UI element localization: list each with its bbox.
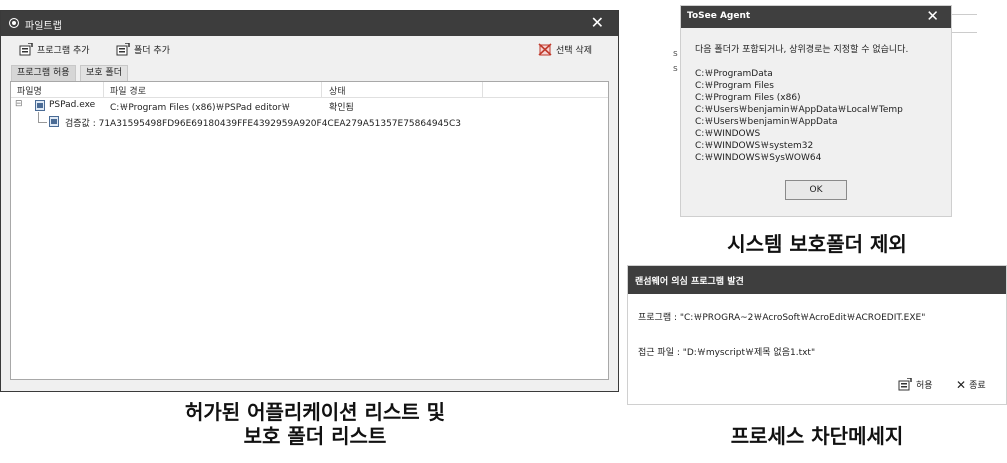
toolbar: 프로그램 추가 폴더 추가 선택 삭제 (1, 37, 618, 63)
allow-label: 허용 (916, 381, 933, 391)
ransomware-alert-dialog: 랜섬웨어 의심 프로그램 발견 프로그램 : "C:￦PROGRA~2￦Acro… (627, 265, 1007, 405)
accessed-file-line: 접근 파일 : "D:￦myscript￦제목 없음1.txt" (638, 348, 816, 358)
column-filepath[interactable]: 파일 경로 (110, 84, 146, 97)
path-item: C:￦WINDOWS￦SysWOW64 (695, 153, 822, 163)
add-program-button[interactable]: 프로그램 추가 (19, 43, 90, 56)
column-divider (103, 82, 104, 97)
caption-tosee: 시스템 보호폴더 제외 (727, 232, 907, 256)
add-program-icon (19, 43, 33, 56)
program-list[interactable]: 파일명 파일 경로 상태 ⊟ PSPad.exe C:￦Program File… (10, 81, 609, 380)
allow-button[interactable]: 허용 (898, 377, 933, 391)
column-status[interactable]: 상태 (329, 84, 346, 97)
exit-label: 종료 (969, 381, 986, 391)
table-row[interactable]: ⊟ PSPad.exe C:￦Program Files (x86)￦PSPad… (11, 98, 608, 113)
caption-ransom: 프로세스 차단메세지 (730, 424, 904, 448)
path-item: C:￦Program Files (x86) (695, 93, 801, 103)
hash-value: 검증값 : 71A31595498FD96E69180439FFE4392959… (65, 119, 462, 129)
tab-program-allow[interactable]: 프로그램 허용 (11, 65, 76, 81)
close-x-icon: ✕ (956, 378, 967, 392)
path-item: C:￦WINDOWS￦system32 (695, 141, 814, 151)
column-divider (321, 82, 322, 97)
column-filename[interactable]: 파일명 (17, 84, 42, 97)
close-icon[interactable]: ✕ (926, 7, 939, 25)
delete-selected-label: 선택 삭제 (556, 46, 592, 56)
path-item: C:￦Users￦benjamin￦AppData￦Local￦Temp (695, 105, 903, 115)
background-text-fragment: s (673, 49, 678, 59)
hash-file-icon (49, 116, 59, 127)
caption-left: 허가된 어플리케이션 리스트 및 보호 폴더 리스트 (140, 400, 490, 448)
allow-icon (898, 377, 912, 391)
row-filepath: C:￦Program Files (x86)￦PSPad editor￦ (110, 103, 291, 113)
background-text-fragment: s (673, 64, 678, 74)
row-filename: PSPad.exe (49, 100, 96, 110)
exit-button[interactable]: ✕ 종료 (956, 378, 986, 392)
tab-protected-folder[interactable]: 보호 폴더 (80, 65, 128, 81)
column-divider (482, 82, 483, 97)
dialog-title-bar: 랜섬웨어 의심 프로그램 발견 (628, 266, 1006, 294)
background-divider (952, 32, 977, 33)
dialog-title: 랜섬웨어 의심 프로그램 발견 (635, 277, 744, 287)
background-divider (952, 14, 977, 15)
delete-selected-button[interactable]: 선택 삭제 (538, 43, 592, 56)
path-item: C:￦WINDOWS (695, 129, 761, 139)
add-program-label: 프로그램 추가 (37, 46, 90, 56)
tosee-agent-dialog: ToSee Agent ✕ 다음 폴더가 포함되거나, 상위경로는 지정할 수 … (680, 5, 952, 217)
exe-file-icon (35, 100, 45, 111)
add-folder-label: 폴더 추가 (134, 46, 170, 56)
dialog-message: 다음 폴더가 포함되거나, 상위경로는 지정할 수 없습니다. (695, 45, 909, 55)
add-folder-button[interactable]: 폴더 추가 (116, 43, 170, 56)
window-title: 파일트랩 (25, 21, 62, 32)
hash-row: 검증값 : 71A31595498FD96E69180439FFE4392959… (11, 114, 608, 129)
close-icon[interactable]: ✕ (591, 13, 604, 33)
add-folder-icon (116, 43, 130, 56)
ok-button[interactable]: OK (785, 180, 847, 200)
dialog-title: ToSee Agent (687, 11, 751, 21)
path-item: C:￦Program Files (695, 81, 774, 91)
filetrap-window: 파일트랩 ✕ 프로그램 추가 폴더 추가 선택 삭제 프로그램 허용 보호 폴더… (0, 10, 619, 392)
title-bar: 파일트랩 ✕ (1, 11, 618, 36)
tree-collapse-icon[interactable]: ⊟ (15, 99, 23, 109)
caption-left-line2: 보호 폴더 리스트 (243, 424, 387, 448)
row-status: 확인됨 (329, 103, 354, 113)
column-header: 파일명 파일 경로 상태 (11, 82, 608, 98)
path-item: C:￦ProgramData (695, 69, 773, 79)
suspect-program-line: 프로그램 : "C:￦PROGRA~2￦AcroSoft￦AcroEdit￦AC… (638, 313, 926, 323)
app-logo-icon (9, 18, 19, 28)
path-item: C:￦Users￦benjamin￦AppData (695, 117, 838, 127)
dialog-title-bar: ToSee Agent ✕ (681, 6, 951, 28)
excluded-path-list: C:￦ProgramData C:￦Program Files C:￦Progr… (695, 68, 903, 164)
caption-left-line1: 허가된 어플리케이션 리스트 및 (184, 400, 446, 424)
delete-icon (538, 43, 552, 56)
